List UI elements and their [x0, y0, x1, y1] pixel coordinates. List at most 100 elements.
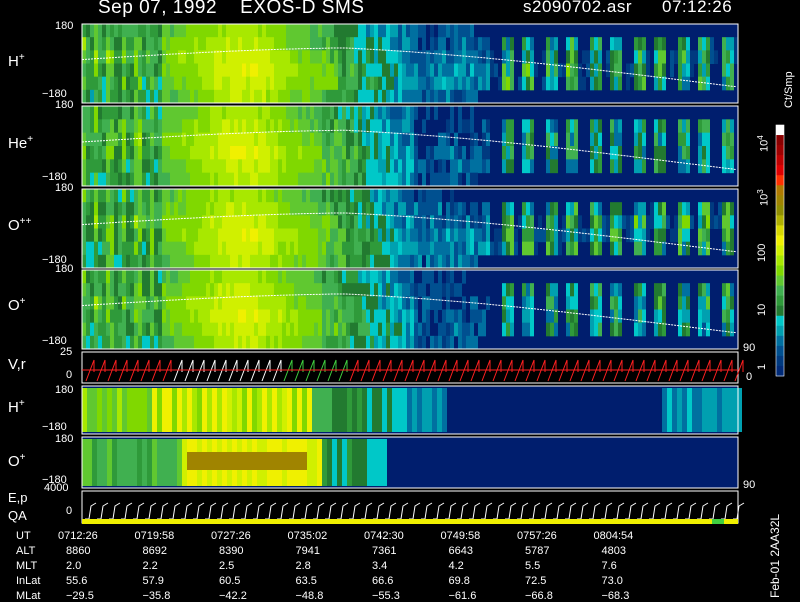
- spectrogram-cell: [358, 89, 362, 104]
- spectrogram-cell: [294, 172, 298, 187]
- plot-title: Sep 07, 1992 EXOS-D SMS: [98, 0, 365, 18]
- spectrogram-cell: [178, 283, 182, 297]
- spectrogram-cell: [406, 37, 410, 51]
- spectrogram-cell: [458, 159, 462, 174]
- spectrogram-cell: [90, 228, 94, 243]
- spectrogram-cell: [262, 215, 266, 229]
- spectrogram-cell: [106, 76, 110, 91]
- footer-cell: 3.4: [372, 560, 388, 572]
- spectrogram-cell: [330, 76, 334, 91]
- spectrogram-cell: [238, 172, 242, 187]
- spectrogram-cell: [378, 309, 382, 324]
- spectrogram-cell: [422, 63, 426, 78]
- spectrogram-cell: [378, 283, 382, 297]
- spectrogram-cell: [550, 50, 554, 64]
- spectrogram-cell: [526, 283, 530, 297]
- spectrogram-cell: [250, 189, 254, 203]
- spectrogram-cell: [94, 241, 98, 256]
- spectrogram-cell: [398, 89, 402, 104]
- spectrogram-cell: [106, 283, 110, 297]
- spectrogram-cell: [286, 228, 290, 243]
- spectrogram-cell: [390, 37, 394, 51]
- spectrogram-cell: [458, 146, 462, 160]
- spectrogram-cell: [350, 159, 354, 174]
- spectrogram-cell: [270, 24, 274, 38]
- spectrogram-cell: [142, 37, 146, 51]
- spectrogram-cell: [354, 241, 358, 256]
- spectrogram-cell: [174, 159, 178, 174]
- spectrogram-cell: [426, 228, 430, 243]
- spectrogram-cell: [262, 132, 266, 147]
- spectrogram-cell: [242, 388, 247, 432]
- spectrogram-cell: [502, 76, 506, 91]
- spectrogram-cell: [726, 283, 730, 297]
- spectrogram-cell: [470, 309, 474, 324]
- spectrogram-cell: [254, 241, 258, 256]
- spectrogram-cell: [450, 189, 454, 203]
- spectrogram-cell: [662, 146, 666, 160]
- spectrogram-cell: [357, 439, 362, 486]
- spectrogram-cell: [642, 37, 646, 51]
- spectrogram-cell: [510, 215, 514, 229]
- spectrogram-cell: [142, 388, 147, 432]
- spectrogram-cell: [358, 215, 362, 229]
- spectrogram-cell: [202, 37, 206, 51]
- spectrogram-cell: [546, 296, 550, 310]
- spectrogram-cell: [250, 254, 254, 269]
- spectrogram-cell: [126, 159, 130, 174]
- spectrogram-cell: [114, 241, 118, 256]
- spectrogram-cell: [618, 37, 622, 51]
- spectrogram-cell: [302, 172, 306, 187]
- spectrogram-cell: [154, 270, 158, 284]
- spectrogram-cell: [658, 63, 662, 78]
- spectrogram-cell: [126, 322, 130, 337]
- spectrogram-cell: [430, 89, 434, 104]
- spectrogram-cell: [466, 241, 470, 256]
- spectrogram-cell: [542, 228, 546, 243]
- spectrogram-cell: [246, 241, 250, 256]
- spectrogram-cell: [438, 270, 442, 284]
- spectrogram-cell: [242, 76, 246, 91]
- spectrogram-cell: [422, 172, 426, 187]
- spectrogram-cell: [374, 89, 378, 104]
- spectrogram-cell: [370, 146, 374, 160]
- spectrogram-cell: [282, 228, 286, 243]
- spectrogram-cell: [354, 50, 358, 64]
- spectrogram-cell: [614, 296, 618, 310]
- spectrogram-cell: [302, 335, 306, 350]
- spectrogram-cell: [82, 335, 86, 350]
- spectrogram-cell: [338, 322, 342, 337]
- spectrogram-cell: [438, 283, 442, 297]
- spectrogram-cell: [250, 309, 254, 324]
- spectrogram-cell: [126, 63, 130, 78]
- spectrogram-cell: [406, 283, 410, 297]
- spectrogram-cell: [210, 309, 214, 324]
- spectrogram-cell: [466, 335, 470, 350]
- spectrogram-cell: [402, 106, 406, 120]
- spectrogram-cell: [146, 189, 150, 203]
- spectrogram-cell: [446, 228, 450, 243]
- spectrogram-cell: [246, 37, 250, 51]
- spectrogram-cell: [322, 296, 326, 310]
- spectrogram-cell: [186, 37, 190, 51]
- spectrogram-cell: [654, 215, 658, 229]
- spectrogram-cell: [354, 322, 358, 337]
- spectrogram-cell: [350, 215, 354, 229]
- spectrogram-cell: [530, 50, 534, 64]
- spectrogram-cell: [214, 172, 218, 187]
- spectrogram-cell: [698, 50, 702, 64]
- spectrogram-cell: [306, 172, 310, 187]
- spectrogram-cell: [162, 146, 166, 160]
- spectrogram-cell: [174, 202, 178, 216]
- spectrogram-cell: [222, 215, 226, 229]
- spectrogram-cell: [362, 89, 366, 104]
- spectrogram-cell: [686, 228, 690, 243]
- spectrogram-cell: [618, 50, 622, 64]
- spectrogram-cell: [230, 146, 234, 160]
- spectrogram-cell: [574, 132, 578, 147]
- spectrogram-cell: [498, 228, 502, 243]
- spectrogram-cell: [142, 159, 146, 174]
- spectrogram-cell: [126, 146, 130, 160]
- spectrogram-cell: [594, 202, 598, 216]
- colorbar-swatch: [776, 345, 784, 357]
